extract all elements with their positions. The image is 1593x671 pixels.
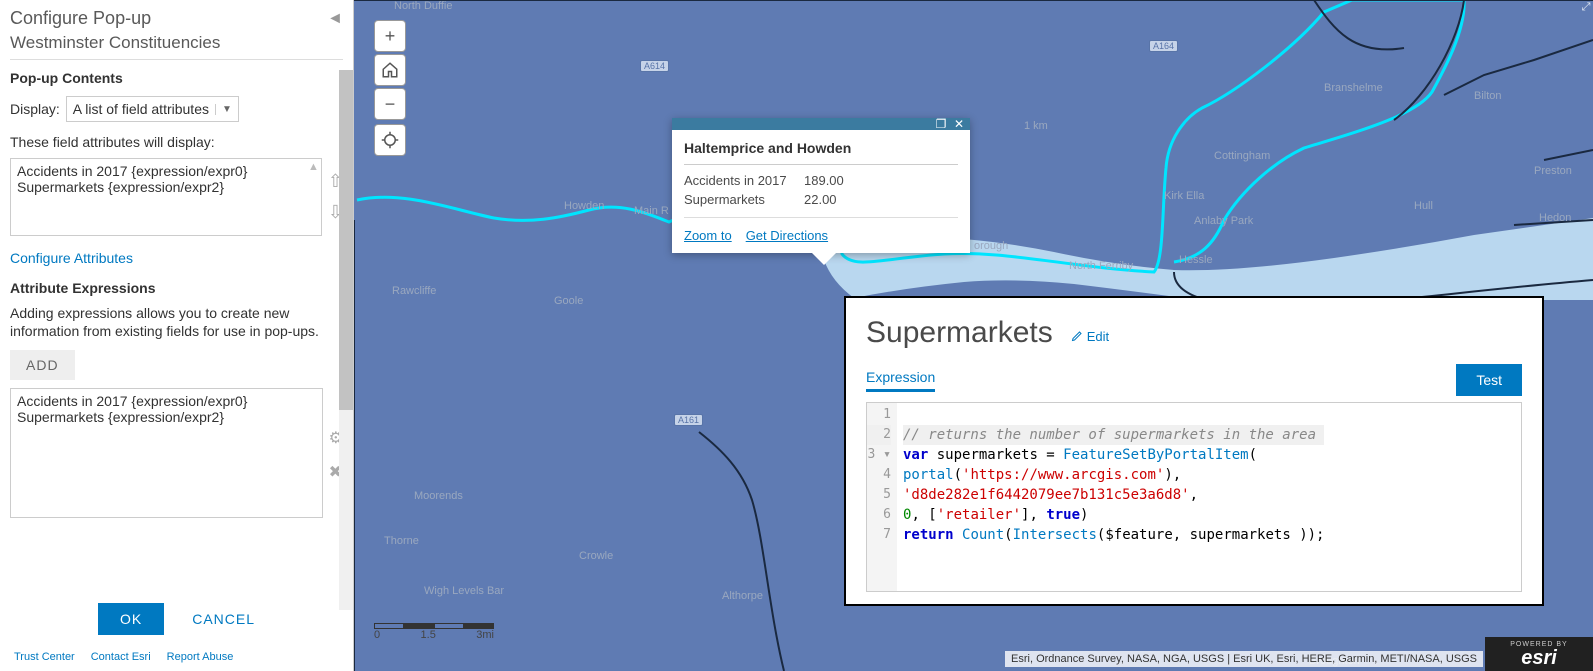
add-expression-button[interactable]: ADD [10, 350, 75, 380]
contact-esri-link[interactable]: Contact Esri [91, 651, 151, 663]
layer-name: Westminster Constituencies [10, 33, 343, 60]
code-line: var supermarkets = FeatureSetByPortalIte… [903, 445, 1324, 465]
popup-feature-title: Haltemprice and Howden [684, 140, 958, 165]
popup-row: Supermarkets 22.00 [684, 192, 958, 207]
code-line: // returns the number of supermarkets in… [903, 425, 1324, 445]
popup-field-value: 22.00 [804, 192, 837, 207]
report-abuse-link[interactable]: Report Abuse [167, 651, 234, 663]
trust-center-link[interactable]: Trust Center [14, 651, 75, 663]
fields-help-text: These field attributes will display: [10, 134, 343, 150]
pencil-icon [1071, 330, 1083, 342]
code-line: portal('https://www.arcgis.com'), [903, 465, 1324, 485]
home-button[interactable] [374, 54, 406, 86]
code-line [903, 405, 1324, 425]
test-button[interactable]: Test [1456, 364, 1522, 396]
display-dropdown[interactable]: A list of field attributes ▼ [66, 96, 239, 122]
collapse-panel-icon[interactable]: ◄ [327, 10, 343, 28]
get-directions-link[interactable]: Get Directions [746, 228, 828, 243]
popup-field-label: Supermarkets [684, 192, 804, 207]
display-label: Display: [10, 101, 60, 117]
esri-logo: POWERED BY esri [1485, 637, 1593, 671]
zoom-in-button[interactable]: + [374, 20, 406, 52]
attribute-expressions-desc: Adding expressions allows you to create … [10, 304, 343, 340]
scale-tick: 1.5 [421, 629, 436, 641]
scale-tick: 0 [374, 629, 380, 641]
edit-title-link[interactable]: Edit [1071, 329, 1109, 344]
code-content[interactable]: // returns the number of supermarkets in… [897, 403, 1330, 591]
expression-tab[interactable]: Expression [866, 369, 935, 392]
display-dropdown-value: A list of field attributes [67, 101, 215, 117]
popup-field-value: 189.00 [804, 173, 844, 188]
panel-title: Configure Pop-up [10, 8, 151, 29]
popup-row: Accidents in 2017 189.00 [684, 173, 958, 188]
field-list[interactable]: Accidents in 2017 {expression/expr0} Sup… [10, 158, 322, 236]
cancel-button[interactable]: CANCEL [192, 603, 255, 635]
ok-button[interactable]: OK [98, 603, 164, 635]
field-list-item[interactable]: Supermarkets {expression/expr2} [17, 179, 315, 195]
sidebar-scrollbar[interactable] [339, 70, 353, 610]
arcade-editor: Supermarkets Edit Expression Test 123 ▾4… [844, 296, 1544, 606]
scroll-up-icon[interactable]: ▲ [308, 161, 319, 173]
maximize-icon[interactable]: ❐ [934, 119, 948, 129]
scale-tick: 3mi [476, 629, 494, 641]
code-line: return Count(Intersects($feature, superm… [903, 525, 1324, 545]
code-gutter: 123 ▾4567 [867, 403, 897, 591]
expand-map-icon[interactable]: ⤢ [1579, 0, 1593, 14]
expression-list-item[interactable]: Supermarkets {expression/expr2} [17, 409, 316, 425]
zoom-to-link[interactable]: Zoom to [684, 228, 732, 243]
feature-popup: ❐ ✕ Haltemprice and Howden Accidents in … [672, 118, 970, 253]
code-editor[interactable]: 123 ▾4567 // returns the number of super… [866, 402, 1522, 592]
map-attribution: Esri, Ordnance Survey, NASA, NGA, USGS |… [1005, 651, 1483, 667]
configure-popup-panel: Configure Pop-up ◄ Westminster Constitue… [0, 0, 354, 671]
scale-bar: 0 1.5 3mi [374, 623, 494, 641]
expression-title: Supermarkets [866, 316, 1053, 350]
attribute-expressions-heading: Attribute Expressions [10, 280, 343, 296]
zoom-out-button[interactable]: − [374, 88, 406, 120]
field-list-item[interactable]: Accidents in 2017 {expression/expr0} [17, 163, 315, 179]
popup-contents-heading: Pop-up Contents [10, 70, 343, 86]
chevron-down-icon: ▼ [215, 104, 238, 115]
expression-list-item[interactable]: Accidents in 2017 {expression/expr0} [17, 393, 316, 409]
expression-list[interactable]: Accidents in 2017 {expression/expr0} Sup… [10, 388, 323, 518]
map-view[interactable]: North DuffieHowdenMain RGooleRawcliffeTh… [354, 0, 1593, 671]
code-line: 0, ['retailer'], true) [903, 505, 1324, 525]
code-line: 'd8de282e1f6442079ee7b131c5e3a6d8', [903, 485, 1324, 505]
configure-attributes-link[interactable]: Configure Attributes [10, 250, 133, 266]
locate-button[interactable] [374, 124, 406, 156]
popup-field-label: Accidents in 2017 [684, 173, 804, 188]
close-icon[interactable]: ✕ [952, 119, 966, 129]
